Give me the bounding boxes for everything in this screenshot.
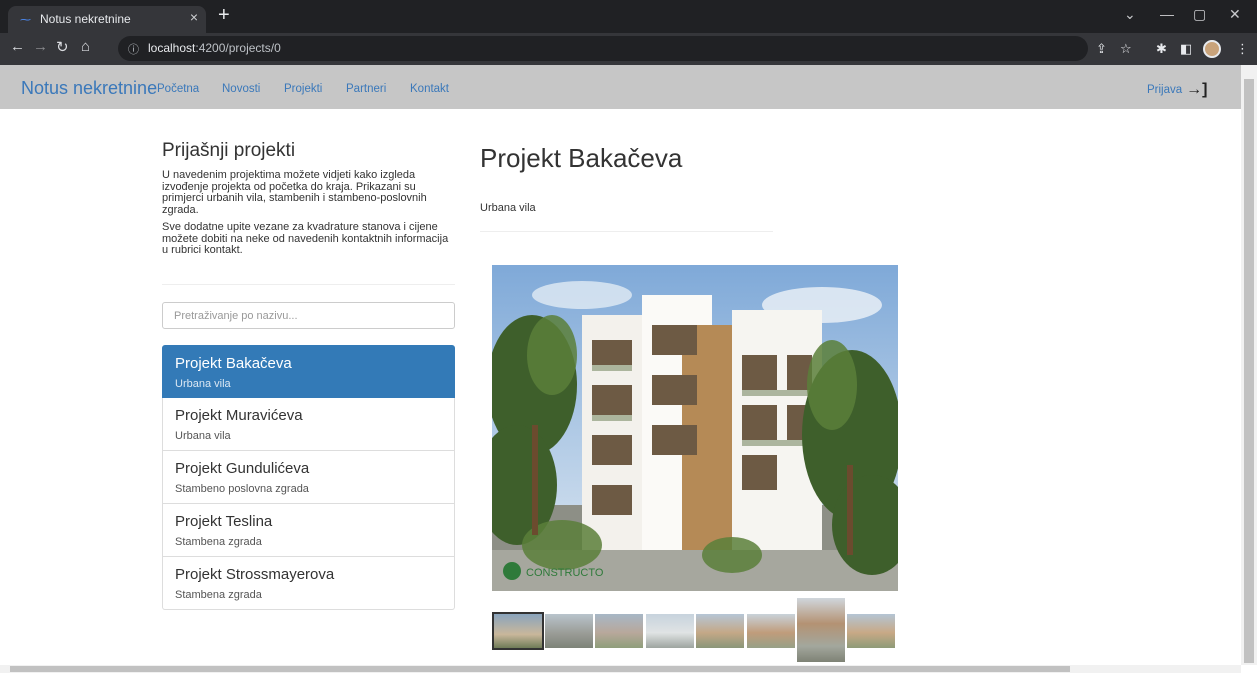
- extensions-icon[interactable]: ✱: [1156, 41, 1167, 57]
- nav-link-pocetna[interactable]: Početna: [157, 83, 199, 95]
- nav-link-kontakt[interactable]: Kontakt: [410, 83, 449, 95]
- project-type: Stambeno poslovna zgrada: [175, 483, 309, 495]
- thumbnail-4[interactable]: [646, 614, 694, 648]
- project-type: Stambena zgrada: [175, 536, 262, 548]
- browser-tab-bar: ⁓ Notus nekretnine × + ⌄ — ▢ ✕: [0, 0, 1257, 33]
- share-icon[interactable]: ⇪: [1096, 41, 1107, 57]
- address-bar[interactable]: ⓘ localhost:4200/projects/0: [118, 36, 1088, 61]
- project-title-heading: Projekt Bakačeva: [480, 143, 683, 173]
- login-arrow-icon: →]: [1186, 81, 1208, 98]
- project-list: Projekt Bakačeva Urbana vila Projekt Mur…: [162, 345, 455, 610]
- thumbnail-5[interactable]: [696, 614, 744, 648]
- project-list-item-strossmayerova[interactable]: Projekt Strossmayerova Stambena zgrada: [162, 557, 455, 610]
- projects-intro: Prijašnji projekti U navedenim projektim…: [162, 140, 456, 257]
- thumbnail-6[interactable]: [747, 614, 795, 648]
- minimize-icon[interactable]: —: [1160, 6, 1174, 22]
- menu-icon[interactable]: ⋮: [1236, 41, 1249, 57]
- project-list-item-teslina[interactable]: Projekt Teslina Stambena zgrada: [162, 504, 455, 557]
- project-type: Urbana vila: [175, 378, 231, 390]
- project-subtitle: Urbana vila: [480, 202, 536, 214]
- project-list-item-muraviceva[interactable]: Projekt Muravićeva Urbana vila: [162, 398, 455, 451]
- project-title: Projekt Muravićeva: [175, 407, 303, 424]
- login-label: Prijava: [1147, 84, 1183, 96]
- thumbnail-1[interactable]: [492, 612, 544, 650]
- star-icon[interactable]: ☆: [1120, 41, 1132, 57]
- brand-link[interactable]: Notus nekretnine: [21, 78, 157, 99]
- close-window-icon[interactable]: ✕: [1229, 6, 1241, 23]
- horizontal-scrollbar[interactable]: [0, 665, 1241, 673]
- nav-link-projekti[interactable]: Projekti: [284, 83, 322, 95]
- back-arrow-icon[interactable]: ←: [10, 38, 25, 55]
- tab-search-icon[interactable]: ⌄: [1124, 6, 1136, 23]
- horizontal-scrollbar-thumb[interactable]: [10, 666, 1070, 672]
- section-heading: Prijašnji projekti: [162, 140, 296, 161]
- forward-arrow-icon[interactable]: →: [33, 38, 48, 55]
- thumbnail-2[interactable]: [545, 614, 593, 648]
- thumbnail-7[interactable]: [797, 598, 845, 662]
- search-input[interactable]: [162, 302, 455, 329]
- browser-tab[interactable]: ⁓ Notus nekretnine ×: [8, 6, 206, 33]
- vertical-scrollbar-thumb[interactable]: [1244, 79, 1254, 663]
- project-title: Projekt Gundulićeva: [175, 460, 310, 477]
- reload-icon[interactable]: ↻: [56, 38, 69, 56]
- thumbnail-8[interactable]: [847, 614, 895, 648]
- project-main-image: CONSTRUCTO: [492, 265, 898, 591]
- vertical-scrollbar[interactable]: [1241, 65, 1257, 665]
- tab-favicon-icon: ⁓: [20, 14, 31, 26]
- divider: [480, 231, 773, 232]
- site-navbar: Notus nekretnine Početna Novosti Projekt…: [0, 65, 1241, 109]
- url-text[interactable]: localhost:4200/projects/0: [148, 41, 281, 55]
- nav-link-partneri[interactable]: Partneri: [346, 83, 386, 95]
- project-list-item-gunduliceva[interactable]: Projekt Gundulićeva Stambeno poslovna zg…: [162, 451, 455, 504]
- image-watermark: CONSTRUCTO: [526, 567, 604, 579]
- project-type: Urbana vila: [175, 430, 231, 442]
- project-title: Projekt Strossmayerova: [175, 566, 335, 583]
- thumbnail-strip: [492, 598, 898, 664]
- login-link[interactable]: Prijava →]: [1147, 80, 1207, 98]
- profile-avatar[interactable]: [1203, 40, 1221, 58]
- project-title: Projekt Bakačeva: [175, 355, 292, 372]
- contact-paragraph: Sve dodatne upite vezane za kvadrature s…: [162, 221, 449, 256]
- project-title: Projekt Teslina: [175, 513, 273, 530]
- maximize-icon[interactable]: ▢: [1193, 6, 1206, 23]
- new-tab-button[interactable]: +: [218, 4, 230, 26]
- sidebar-icon[interactable]: ◧: [1180, 41, 1192, 57]
- tab-title: Notus nekretnine: [40, 12, 131, 26]
- info-icon[interactable]: ⓘ: [128, 41, 139, 57]
- project-list-item-bakaceva[interactable]: Projekt Bakačeva Urbana vila: [162, 345, 455, 398]
- home-icon[interactable]: ⌂: [81, 38, 90, 55]
- project-type: Stambena zgrada: [175, 589, 262, 601]
- divider: [162, 284, 455, 285]
- tab-close-icon[interactable]: ×: [190, 9, 198, 25]
- intro-paragraph: U navedenim projektima možete vidjeti ka…: [162, 169, 427, 216]
- nav-link-novosti[interactable]: Novosti: [222, 83, 260, 95]
- thumbnail-3[interactable]: [595, 614, 643, 648]
- browser-toolbar: ← → ↻ ⌂ ⓘ localhost:4200/projects/0 ⇪ ☆ …: [0, 33, 1257, 65]
